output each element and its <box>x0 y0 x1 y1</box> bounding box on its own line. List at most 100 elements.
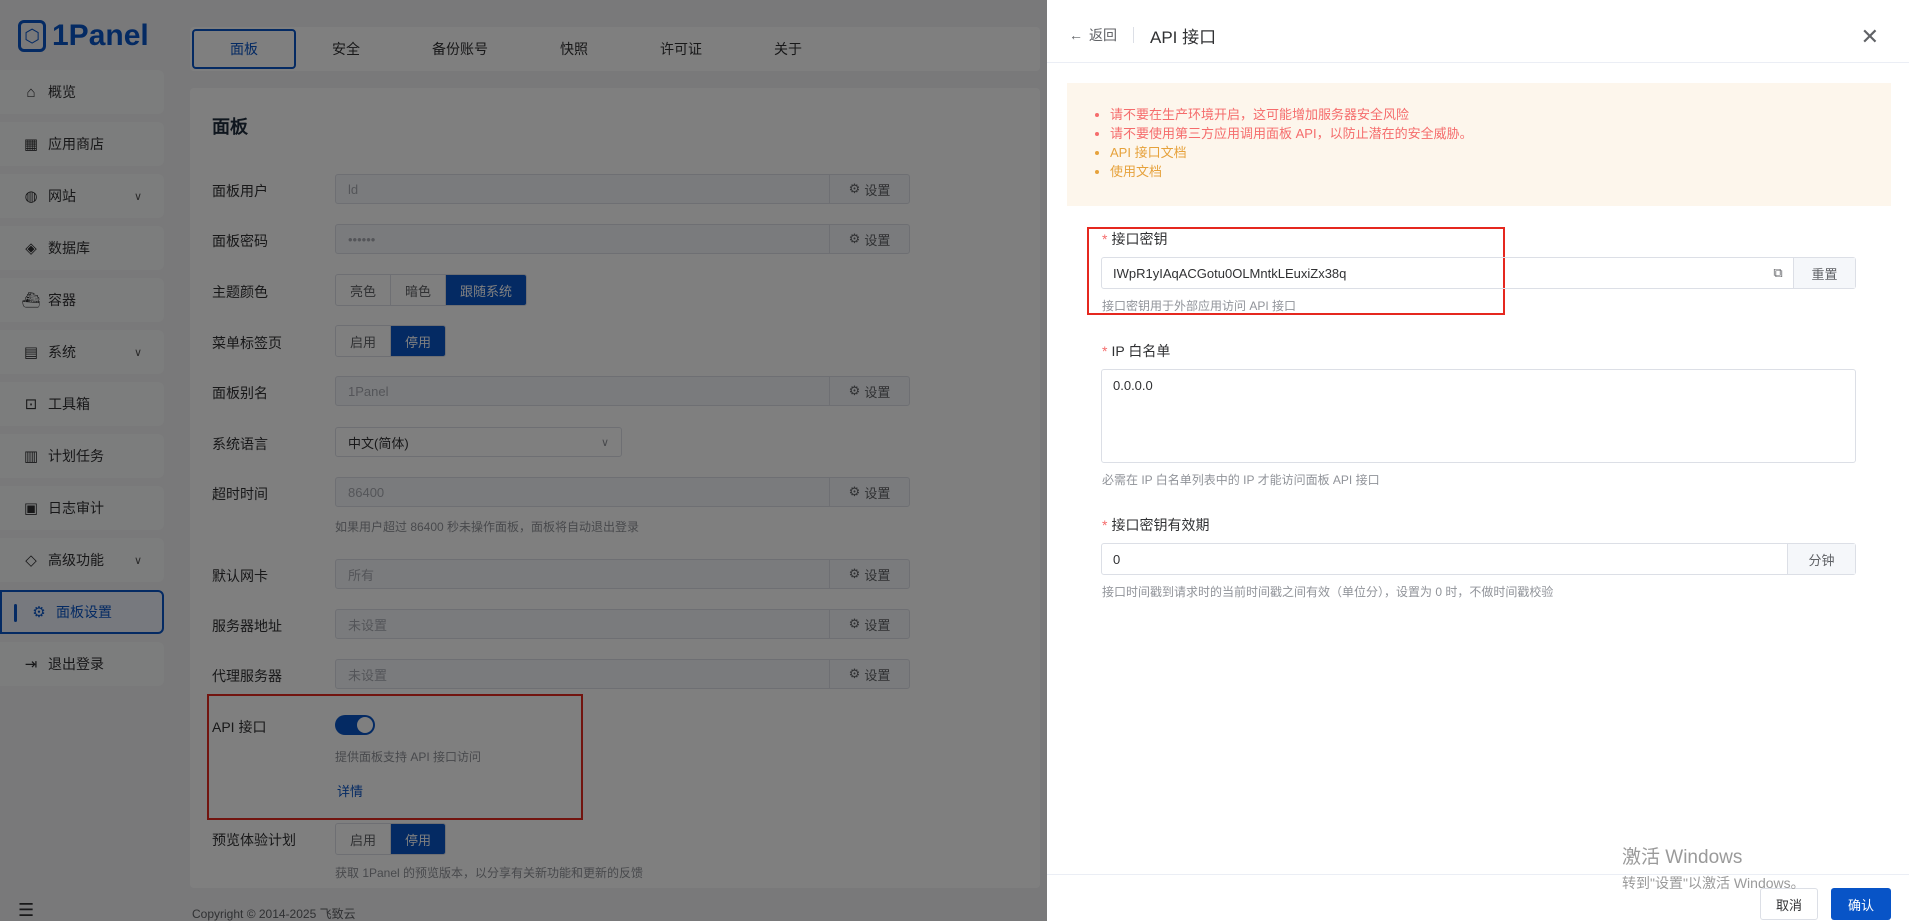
required-mark: * <box>1102 517 1108 533</box>
copy-icon[interactable]: ⧉ <box>1763 258 1793 288</box>
theme-system-option[interactable]: 跟随系统 <box>446 275 527 305</box>
user-set-button[interactable]: ⚙ 设置 <box>829 175 909 203</box>
reset-key-button[interactable]: 重置 <box>1793 258 1855 288</box>
api-detail-link[interactable]: 详情 <box>337 781 363 800</box>
password-field: •••••• ⚙ 设置 <box>335 224 910 254</box>
timeout-field: 86400 ⚙ 设置 <box>335 477 910 507</box>
diamond-icon: ◇ <box>25 552 37 569</box>
watermark-line1: 激活 Windows <box>1622 847 1743 868</box>
expiry-label: * 接口密钥有效期 <box>1102 515 1209 535</box>
set-label: 设置 <box>864 232 891 248</box>
tab-license[interactable]: 许可证 <box>624 29 738 69</box>
user-label: 面板用户 <box>212 183 268 199</box>
language-select[interactable]: 中文(简体) ∨ <box>335 427 622 457</box>
panel-title: 面板 <box>212 117 248 137</box>
sidebar-item-database[interactable]: ◈ 数据库 <box>0 226 164 270</box>
tab-snapshot[interactable]: 快照 <box>524 29 624 69</box>
tab-about[interactable]: 关于 <box>738 29 838 69</box>
sidebar-item-logs[interactable]: ▣ 日志审计 <box>0 486 164 530</box>
theme-dark-option[interactable]: 暗色 <box>391 275 447 305</box>
usage-doc-link[interactable]: 使用文档 <box>1110 162 1891 181</box>
chevron-down-icon: ∨ <box>133 346 142 359</box>
api-key-value: IWpR1yIAqACGotu0OLMntkLEuxiZx38q <box>1113 265 1347 281</box>
preview-disable-option[interactable]: 停用 <box>391 824 446 854</box>
grid-icon: ▦ <box>23 136 39 153</box>
required-mark: * <box>1102 343 1108 359</box>
expiry-input[interactable]: 0 分钟 <box>1101 543 1856 575</box>
password-label: 面板密码 <box>212 233 268 249</box>
tab-panel[interactable]: 面板 <box>192 29 296 69</box>
server-addr-value: 未设置 <box>348 617 388 633</box>
sidebar-item-logout[interactable]: ⇥ 退出登录 <box>0 642 164 686</box>
back-button[interactable]: ← 返回 <box>1069 25 1117 45</box>
menu-tabs-enable-option[interactable]: 启用 <box>336 326 392 356</box>
chevron-down-icon: ∨ <box>133 190 142 203</box>
windows-activation-watermark: 激活 Windows 转到"设置"以激活 Windows。 <box>1622 842 1805 893</box>
sidebar-item-label: 计划任务 <box>48 448 104 464</box>
home-icon: ⌂ <box>26 83 36 101</box>
password-set-button[interactable]: ⚙ 设置 <box>829 225 909 253</box>
back-label: 返回 <box>1089 27 1117 43</box>
layers-icon: ◈ <box>25 240 37 257</box>
alias-set-button[interactable]: ⚙ 设置 <box>829 377 909 405</box>
required-mark: * <box>1102 231 1108 247</box>
nic-set-button[interactable]: ⚙ 设置 <box>829 560 909 588</box>
ip-whitelist-textarea[interactable]: 0.0.0.0 <box>1101 369 1856 463</box>
expiry-label-text: 接口密钥有效期 <box>1111 517 1210 533</box>
tab-backup[interactable]: 备份账号 <box>396 29 524 69</box>
alert-item: 请不要使用第三方应用调用面板 API，以防止潜在的安全威胁。 <box>1110 124 1891 143</box>
sidebar-item-container[interactable]: ⛴ 容器 <box>0 278 164 322</box>
sidebar-item-overview[interactable]: ⌂ 概览 <box>0 70 164 114</box>
sidebar-item-label: 数据库 <box>48 240 90 256</box>
timeout-value: 86400 <box>348 484 385 500</box>
api-doc-link[interactable]: API 接口文档 <box>1110 143 1891 162</box>
gear-icon: ⚙ <box>848 666 861 681</box>
key-label: * 接口密钥 <box>1102 229 1167 249</box>
api-toggle[interactable] <box>335 715 375 735</box>
api-hint: 提供面板支持 API 接口访问 <box>335 750 482 764</box>
menu-tabs-label: 菜单标签页 <box>212 335 282 351</box>
confirm-button[interactable]: 确认 <box>1831 888 1891 920</box>
expiry-hint: 接口时间戳到请求时的当前时间戳之间有效（单位分），设置为 0 时，不做时间戳校验 <box>1102 585 1554 599</box>
sidebar-item-settings[interactable]: ⚙ 面板设置 <box>0 590 164 634</box>
nic-value: 所有 <box>348 567 375 583</box>
key-hint: 接口密钥用于外部应用访问 API 接口 <box>1102 299 1297 313</box>
proxy-value: 未设置 <box>348 667 388 683</box>
sidebar-item-advanced[interactable]: ◇ 高级功能 ∨ <box>0 538 164 582</box>
api-key-input[interactable]: IWpR1yIAqACGotu0OLMntkLEuxiZx38q ⧉ 重置 <box>1101 257 1856 289</box>
gear-icon: ⚙ <box>848 383 861 398</box>
preview-label: 预览体验计划 <box>212 832 296 848</box>
close-icon[interactable]: ✕ <box>1861 24 1879 50</box>
tab-security[interactable]: 安全 <box>296 29 396 69</box>
watermark-line2: 转到"设置"以激活 Windows。 <box>1622 875 1805 891</box>
panel-settings-card: 面板 面板用户 ld ⚙ 设置 面板密码 •••••• ⚙ 设置 主题颜色 亮色 暗… <box>190 88 1040 888</box>
set-label: 设置 <box>864 617 891 633</box>
sidebar-item-label: 容器 <box>48 292 76 308</box>
sidebar-item-system[interactable]: ▤ 系统 ∨ <box>0 330 164 374</box>
theme-label: 主题颜色 <box>212 284 268 300</box>
gear-icon: ⚙ <box>848 566 861 581</box>
set-label: 设置 <box>864 384 891 400</box>
sidebar-item-website[interactable]: ◍ 网站 ∨ <box>0 174 164 218</box>
arrow-left-icon: ← <box>1069 27 1083 43</box>
theme-light-option[interactable]: 亮色 <box>336 275 392 305</box>
timeout-set-button[interactable]: ⚙ 设置 <box>829 478 909 506</box>
menu-collapse-icon[interactable]: ☰ <box>18 900 34 921</box>
preview-segmented: 启用 停用 <box>335 823 447 855</box>
sidebar-item-label: 系统 <box>48 344 76 360</box>
sidebar-item-cron[interactable]: ▥ 计划任务 <box>0 434 164 478</box>
sidebar-item-label: 高级功能 <box>48 552 104 568</box>
sidebar-item-toolbox[interactable]: ⊡ 工具箱 <box>0 382 164 426</box>
sidebar-item-appstore[interactable]: ▦ 应用商店 <box>0 122 164 166</box>
divider <box>1133 27 1134 43</box>
proxy-set-button[interactable]: ⚙ 设置 <box>829 660 909 688</box>
chevron-down-icon: ∨ <box>133 554 142 567</box>
menu-tabs-disable-option[interactable]: 停用 <box>391 326 446 356</box>
server-addr-set-button[interactable]: ⚙ 设置 <box>829 610 909 638</box>
ip-label-text: IP 白名单 <box>1111 343 1171 359</box>
sidebar-item-label: 工具箱 <box>48 396 90 412</box>
alias-value: 1Panel <box>348 383 389 399</box>
language-value: 中文(简体) <box>348 435 409 451</box>
preview-enable-option[interactable]: 启用 <box>336 824 392 854</box>
settings-tabs: 面板 安全 备份账号 快照 许可证 关于 <box>190 27 1040 71</box>
